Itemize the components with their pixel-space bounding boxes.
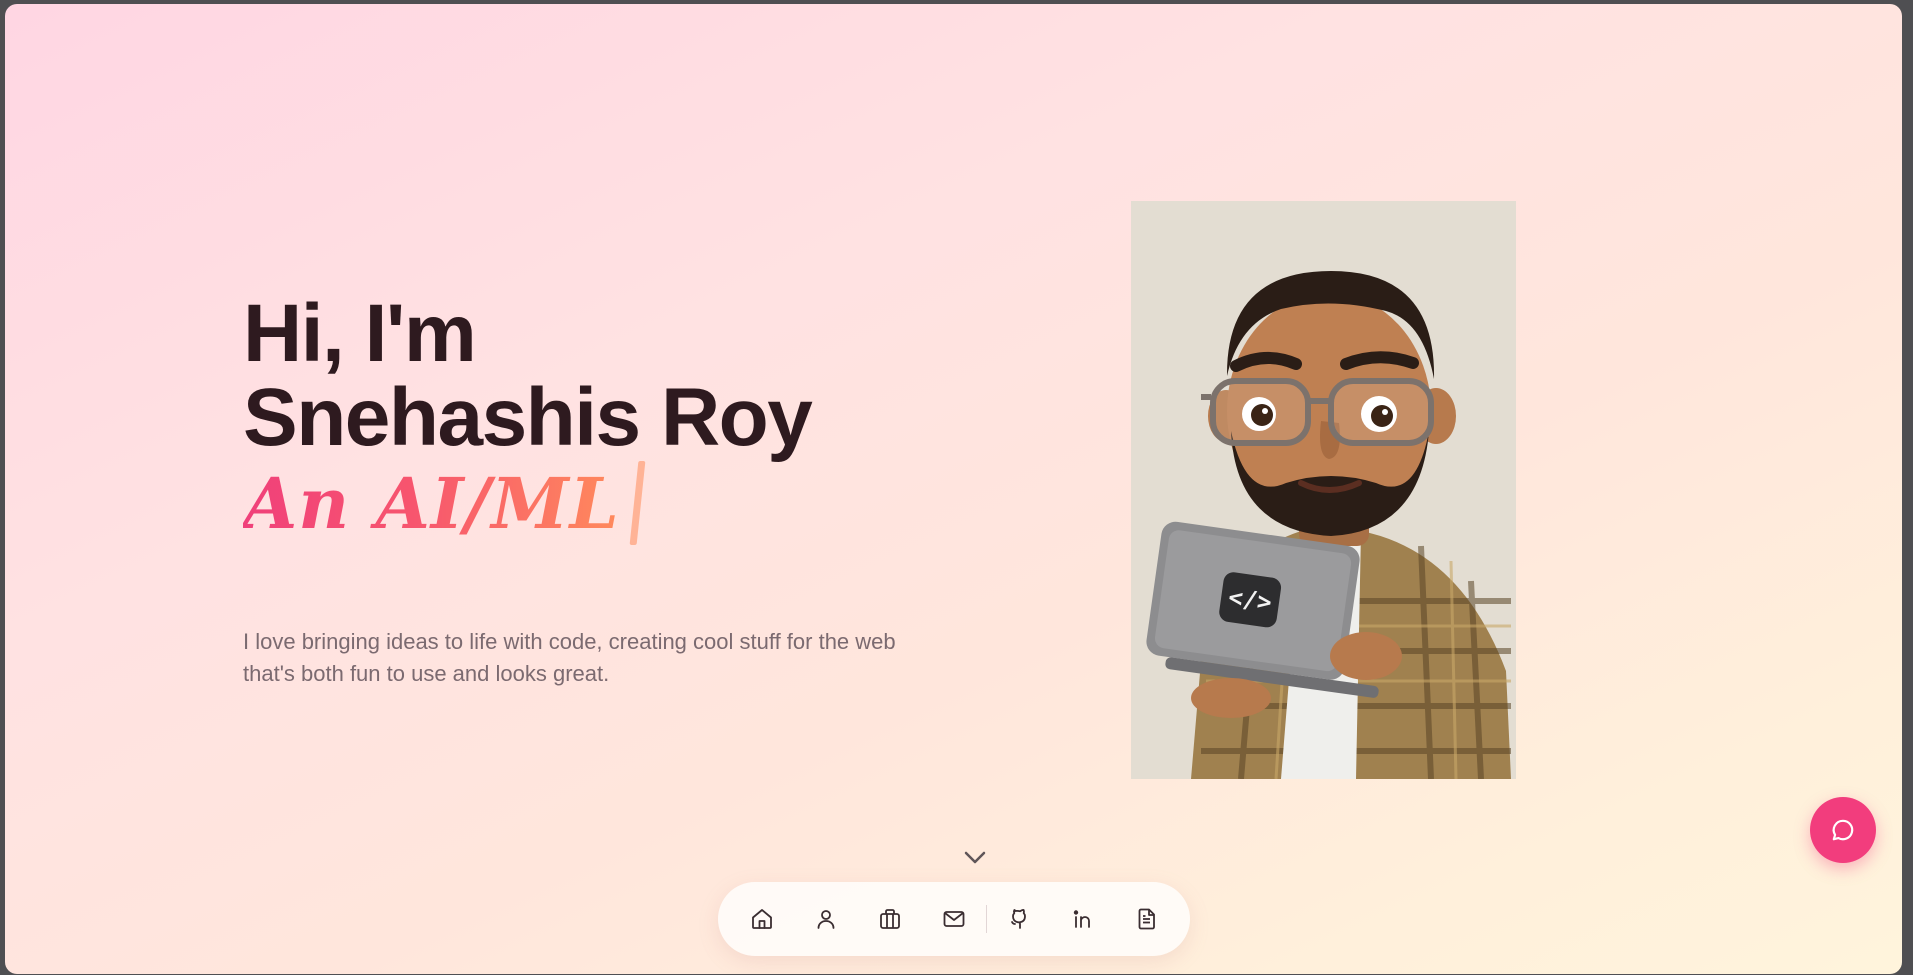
greeting-text: Hi, I'm [243, 288, 477, 379]
dock-contact-button[interactable] [922, 887, 986, 951]
chat-bubble-icon [1832, 819, 1854, 841]
typed-role: An AI/ML [243, 460, 811, 546]
home-icon [751, 909, 772, 929]
github-icon [1010, 909, 1026, 929]
hero-section: Hi, I'm Snehashis Roy An AI/ML [243, 288, 813, 546]
dock-about-button[interactable] [794, 887, 858, 951]
linkedin-icon [1073, 910, 1090, 928]
name-text: Snehashis Roy [243, 372, 813, 463]
bio-text: I love bringing ideas to life with code,… [243, 629, 896, 686]
bottom-dock-nav [718, 882, 1190, 956]
mail-icon [943, 911, 964, 927]
hero-heading: Hi, I'm Snehashis Roy [243, 288, 813, 463]
briefcase-icon [879, 909, 900, 929]
document-icon [1138, 908, 1155, 930]
dock-github-link[interactable] [987, 887, 1051, 951]
dock-resume-button[interactable] [1115, 887, 1179, 951]
typed-role-text: An AI/ML [243, 461, 620, 545]
dock-projects-button[interactable] [858, 887, 922, 951]
laptop-code-icon: </> [1227, 583, 1274, 617]
dock-linkedin-link[interactable] [1051, 887, 1115, 951]
dock-home-button[interactable] [730, 887, 794, 951]
chat-button[interactable] [1810, 797, 1876, 863]
typing-caret [629, 461, 646, 545]
scroll-down-chevron-icon[interactable] [960, 842, 990, 872]
page-frame: Hi, I'm Snehashis Roy An AI/ML I love br… [5, 4, 1902, 974]
user-icon [817, 910, 834, 929]
avatar-image: </> [1131, 201, 1516, 779]
